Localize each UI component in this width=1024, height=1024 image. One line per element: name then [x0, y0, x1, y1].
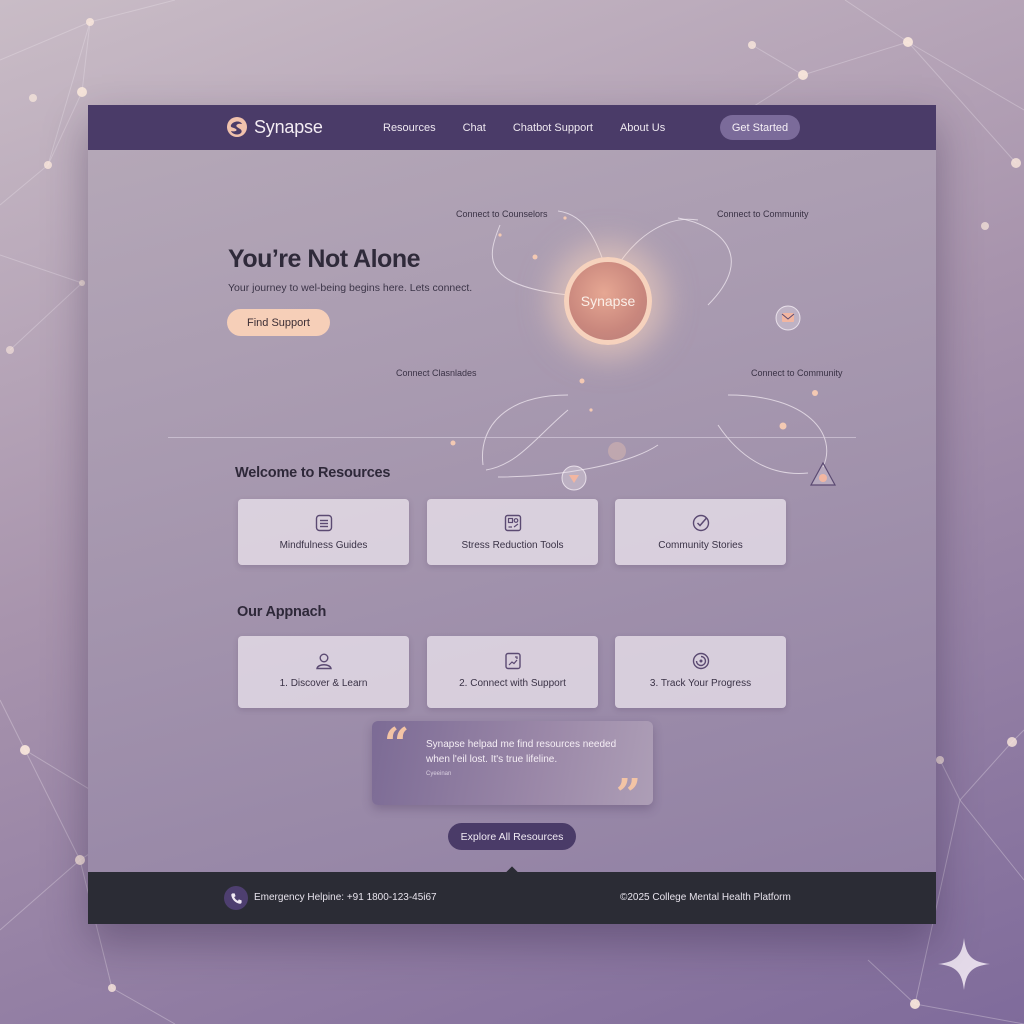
hub-label: Synapse [580, 293, 636, 309]
node-icon-top-right [775, 305, 801, 331]
connection-network-diagram [450, 210, 837, 491]
section-divider [168, 437, 856, 438]
resources-heading: Welcome to Resources [235, 465, 391, 481]
get-started-button[interactable]: Get Started [720, 115, 800, 140]
website-frame: Synapse Resources Chat Chatbot Support A… [88, 105, 936, 924]
card-label: Stress Reduction Tools [461, 540, 564, 551]
nav-link-chatbot-support[interactable]: Chatbot Support [513, 122, 593, 134]
node-label-classmates[interactable]: Connect Clasnlades [396, 368, 477, 378]
card-mindfulness-guides[interactable]: Mindfulness Guides [238, 499, 409, 565]
node-label-counselors[interactable]: Connect to Counselors [456, 209, 548, 219]
footer-notch [506, 866, 518, 878]
list-icon [315, 514, 332, 532]
card-stress-reduction-tools[interactable]: Stress Reduction Tools [427, 499, 598, 565]
node-label-community-bottom[interactable]: Connect to Community [751, 368, 843, 378]
find-support-button[interactable]: Find Support [227, 309, 330, 336]
card-label: Mindfulness Guides [279, 540, 368, 551]
close-quote-icon: ” [615, 770, 641, 821]
brand-name: Synapse [254, 116, 323, 137]
testimonial-card: “ Synapse helpad me find resources neede… [372, 719, 653, 821]
tools-icon [504, 514, 521, 532]
brand-logo[interactable]: Synapse [226, 116, 323, 138]
card-label: 3. Track Your Progress [649, 678, 752, 689]
testimonial-text: Synapse helpad me find resources needed … [426, 739, 617, 765]
footer: Emergency Helpine: +91 1800-123-45i67 ©2… [88, 866, 936, 924]
card-label: Community Stories [658, 540, 743, 551]
card-discover-learn[interactable]: 1. Discover & Learn [238, 636, 409, 708]
node-icon-bottom-right [809, 461, 837, 486]
open-quote-icon: “ [384, 719, 410, 770]
shield-check-icon [692, 514, 709, 532]
progress-icon [692, 652, 709, 670]
node-icon-bottom-left [561, 465, 587, 491]
sparkle-icon [938, 938, 990, 990]
explore-all-resources-button[interactable]: Explore All Resources [448, 823, 576, 850]
nav-links: Resources Chat Chatbot Support About Us [383, 105, 665, 150]
top-navigation: Synapse Resources Chat Chatbot Support A… [88, 105, 936, 150]
card-community-stories[interactable]: Community Stories [615, 499, 786, 565]
approach-heading: Our Appnach [237, 604, 327, 620]
card-track-progress[interactable]: 3. Track Your Progress [615, 636, 786, 708]
nav-link-about-us[interactable]: About Us [620, 122, 665, 134]
user-icon [315, 653, 332, 670]
card-connect-with-support[interactable]: 2. Connect with Support [427, 636, 598, 708]
copyright-text: ©2025 College Mental Health Platform [620, 892, 791, 903]
testimonial-author: Cyeeinan [426, 771, 452, 777]
synapse-hub[interactable]: Synapse [564, 257, 652, 345]
document-icon [504, 652, 521, 670]
nav-link-resources[interactable]: Resources [383, 122, 436, 134]
card-label: 2. Connect with Support [459, 678, 566, 689]
card-label: 1. Discover & Learn [279, 678, 368, 689]
phone-icon [230, 892, 242, 904]
phone-icon-badge[interactable] [224, 886, 248, 910]
emergency-helpline[interactable]: Emergency Helpine: +91 1800-123-45i67 [254, 892, 437, 903]
node-label-community-top[interactable]: Connect to Community [717, 209, 809, 219]
nav-link-chat[interactable]: Chat [463, 122, 486, 134]
synapse-logo-icon [227, 117, 247, 137]
